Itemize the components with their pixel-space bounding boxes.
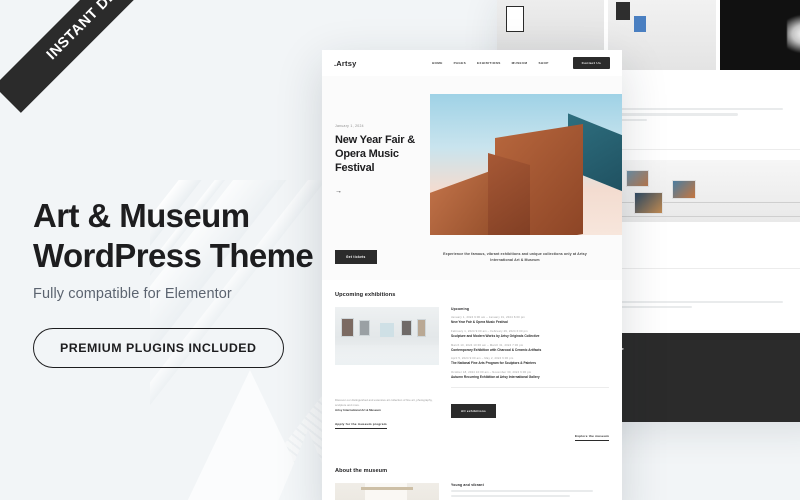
nav-item-museum[interactable]: MUSEUM	[512, 61, 528, 65]
hero-caption: Experience the famous, vibrant exhibitio…	[443, 252, 587, 263]
site-logo[interactable]: .Artsy	[334, 59, 356, 68]
hero-architecture-photo	[430, 94, 622, 235]
event-item[interactable]: March 10, 2024 10:00 am – March 31, 2024…	[451, 344, 609, 353]
nav-item-exhibitions[interactable]: EXHIBITIONS	[477, 61, 501, 65]
gallery-photo-caption-strong: Artsy International Art & Museum	[335, 408, 381, 413]
event-item[interactable]: October 18, 2024 10:00 am – November 30,…	[451, 371, 609, 380]
exhibitions-heading: Upcoming exhibitions	[335, 292, 396, 298]
website-mockup-primary: .Artsy HOME PAGES EXHIBITIONS MUSEUM SHO…	[322, 50, 622, 500]
hero-caption-bar: Get tickets Experience the famous, vibra…	[322, 236, 622, 280]
ribbon-label: INSTANT DEMO IMPORT	[0, 0, 200, 113]
hero-headline: New Year Fair & Opera Music Festival	[335, 134, 415, 174]
gallery-interior-photo	[335, 307, 439, 365]
corner-ribbon: INSTANT DEMO IMPORT	[0, 0, 200, 200]
page-title: Art & Museum WordPress Theme	[33, 197, 314, 274]
all-exhibitions-button[interactable]: All exhibitions	[451, 403, 497, 418]
event-item[interactable]: February 1, 2024 9:00 am – February 29, …	[451, 330, 609, 339]
nav-item-home[interactable]: HOME	[432, 61, 443, 65]
promo-subtitle: Fully compatible for Elementor	[33, 285, 232, 302]
hero-date: January 1, 2024	[335, 124, 364, 128]
contact-us-button[interactable]: Contact Us	[572, 57, 610, 69]
get-tickets-button[interactable]: Get tickets	[335, 250, 377, 264]
gallery-photo-2	[608, 0, 716, 70]
hero-section: January 1, 2024 New Year Fair & Opera Mu…	[322, 76, 622, 236]
about-heading: About the museum	[335, 467, 388, 474]
site-navbar: .Artsy HOME PAGES EXHIBITIONS MUSEUM SHO…	[322, 50, 622, 76]
museum-visitors-photo	[335, 482, 439, 500]
exhibitions-section: Upcoming exhibitions Upcoming January 1,…	[322, 280, 622, 442]
event-item[interactable]: April 5, 2024 9:00 am – May 2, 2024 6:00…	[451, 357, 609, 366]
promo-canvas: Blog journal NEWS Donec enim diam vulput…	[0, 0, 800, 500]
explore-museum-link[interactable]: Explore the museum	[574, 434, 609, 441]
event-item[interactable]: January 1, 2024 9:00 am – January 31, 20…	[451, 316, 609, 325]
upcoming-label: Upcoming	[451, 307, 470, 311]
museum-program-link[interactable]: Apply for the museum program	[335, 422, 387, 430]
gallery-photo-3	[719, 0, 800, 70]
nav-links: HOME PAGES EXHIBITIONS MUSEUM SHOP Conta…	[432, 57, 610, 69]
about-subheading: Young and vibrant	[451, 482, 484, 487]
nav-item-pages[interactable]: PAGES	[454, 61, 466, 65]
gallery-photo-caption: Discover our distinguished and extensive…	[335, 397, 433, 408]
nav-item-shop[interactable]: SHOP	[538, 61, 548, 65]
promo-copy-block: Art & Museum WordPress Theme Fully compa…	[33, 196, 363, 368]
about-section: About the museum Young and vibrant	[322, 455, 622, 500]
arrow-right-icon[interactable]: →	[335, 188, 431, 195]
premium-plugins-badge[interactable]: PREMIUM PLUGINS INCLUDED	[33, 327, 284, 368]
